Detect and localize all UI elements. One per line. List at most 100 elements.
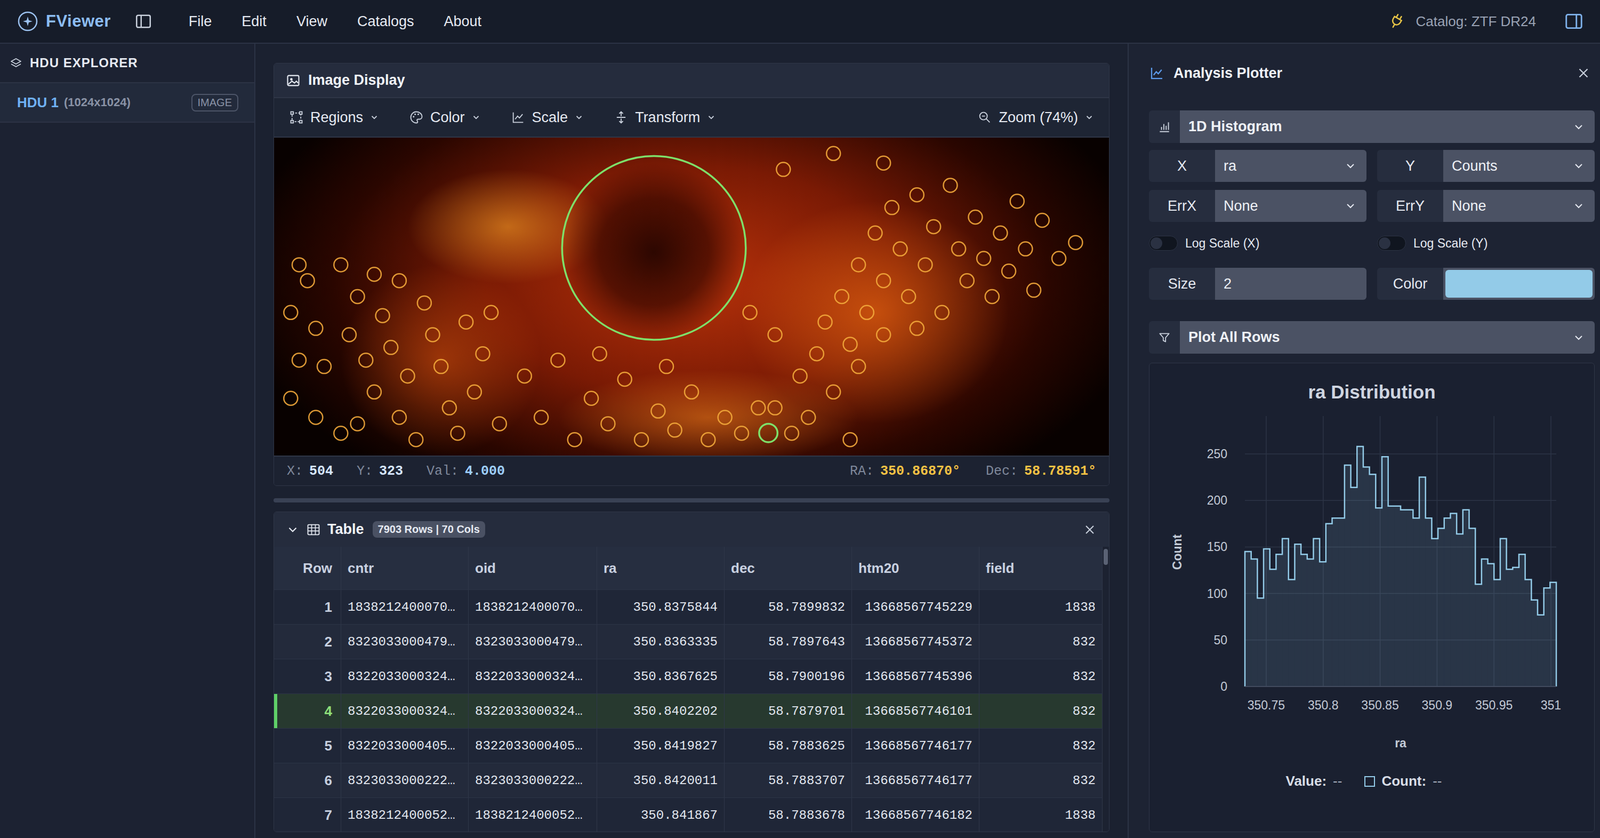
plot-type-value[interactable]: 1D Histogram xyxy=(1179,110,1595,143)
histogram-bin[interactable] xyxy=(1499,538,1507,687)
catalog-marker[interactable] xyxy=(308,409,323,424)
catalog-marker[interactable] xyxy=(893,242,908,256)
catalog-marker[interactable] xyxy=(1035,213,1050,228)
column-header[interactable]: oid xyxy=(468,546,598,590)
histogram-bin[interactable] xyxy=(1412,517,1420,687)
column-header[interactable]: ra xyxy=(597,546,725,590)
brand[interactable]: FViewer xyxy=(17,10,111,32)
transform-menu[interactable]: Transform xyxy=(613,109,717,126)
column-header[interactable]: htm20 xyxy=(851,546,980,590)
histogram-bin[interactable] xyxy=(1350,487,1357,687)
histogram-bin[interactable] xyxy=(1387,505,1395,687)
sidebar-toggle-icon[interactable] xyxy=(134,12,153,31)
catalog-marker[interactable] xyxy=(367,267,382,281)
axis-field[interactable]: ErrYNone xyxy=(1377,189,1595,222)
catalog-marker[interactable] xyxy=(943,178,958,192)
histogram-bin[interactable] xyxy=(1493,579,1501,687)
catalog-marker[interactable] xyxy=(1068,235,1083,250)
histogram-bin[interactable] xyxy=(1425,517,1432,687)
field-select[interactable]: None xyxy=(1215,189,1367,222)
catalog-marker[interactable] xyxy=(876,156,891,171)
catalog-marker[interactable] xyxy=(592,346,607,361)
catalog-marker[interactable] xyxy=(492,416,507,431)
color-picker[interactable] xyxy=(1443,267,1595,300)
menu-item[interactable]: Edit xyxy=(226,9,282,35)
histogram-bin[interactable] xyxy=(1356,446,1364,687)
histogram-bin[interactable] xyxy=(1518,553,1525,687)
histogram-bin[interactable] xyxy=(1394,505,1401,687)
catalog-marker[interactable] xyxy=(826,384,841,399)
regions-menu[interactable]: Regions xyxy=(288,109,380,126)
filter-value[interactable]: Plot All Rows xyxy=(1179,320,1595,354)
catalog-marker[interactable] xyxy=(876,327,891,342)
row-filter-select[interactable]: Plot All Rows xyxy=(1148,320,1595,354)
column-header[interactable]: dec xyxy=(724,546,852,590)
catalog-marker[interactable] xyxy=(350,289,365,304)
catalog-marker[interactable] xyxy=(650,404,665,418)
table-row[interactable]: 68323033000222…8323033000222…350.8420011… xyxy=(274,762,1103,798)
menu-item[interactable]: File xyxy=(173,9,228,35)
histogram-bin[interactable] xyxy=(1375,507,1382,687)
scale-menu[interactable]: Scale xyxy=(510,109,585,126)
catalog-marker[interactable] xyxy=(1001,263,1016,278)
catalog-marker[interactable] xyxy=(935,305,950,320)
histogram-bin[interactable] xyxy=(1549,582,1557,687)
catalog-marker[interactable] xyxy=(517,368,532,383)
histogram-bin[interactable] xyxy=(1288,579,1295,687)
catalog-marker[interactable] xyxy=(350,416,365,431)
catalog-marker[interactable] xyxy=(901,289,916,304)
histogram-bin[interactable] xyxy=(1344,464,1351,687)
catalog-marker[interactable] xyxy=(476,346,490,361)
scrollbar-thumb[interactable] xyxy=(1103,548,1108,565)
histogram-bin[interactable] xyxy=(1257,597,1264,687)
size-field[interactable]: Size2 xyxy=(1148,267,1367,300)
catalog-marker[interactable] xyxy=(425,327,440,342)
zoom-menu[interactable]: Zoom (74%) xyxy=(977,109,1095,126)
catalog-marker[interactable] xyxy=(859,305,874,320)
catalog-marker[interactable] xyxy=(834,289,849,304)
catalog-marker[interactable] xyxy=(885,200,899,215)
catalog-marker[interactable] xyxy=(367,384,382,399)
catalog-marker[interactable] xyxy=(734,425,749,440)
catalog-marker[interactable] xyxy=(851,359,866,374)
histogram-bin[interactable] xyxy=(1319,561,1326,687)
catalog-marker[interactable] xyxy=(784,425,799,440)
catalog-marker[interactable] xyxy=(868,226,883,240)
catalog-marker[interactable] xyxy=(668,422,682,437)
catalog-marker[interactable] xyxy=(484,305,498,320)
menu-item[interactable]: View xyxy=(281,9,343,35)
histogram-bin[interactable] xyxy=(1282,538,1289,687)
histogram-bin[interactable] xyxy=(1362,466,1370,687)
catalog-marker[interactable] xyxy=(358,352,373,367)
histogram-bin[interactable] xyxy=(1512,567,1519,687)
histogram-bin[interactable] xyxy=(1406,509,1413,687)
catalog-marker[interactable] xyxy=(809,346,824,361)
region-circle[interactable] xyxy=(561,156,746,341)
close-icon[interactable] xyxy=(1575,65,1592,82)
field-select[interactable]: Counts xyxy=(1443,149,1595,182)
catalog-marker[interactable] xyxy=(910,187,924,202)
catalog-marker[interactable] xyxy=(701,432,715,447)
histogram-bin[interactable] xyxy=(1537,614,1544,687)
catalog-marker[interactable] xyxy=(292,352,307,367)
catalog-marker[interactable] xyxy=(433,359,448,374)
field-select[interactable]: None xyxy=(1443,189,1595,222)
catalog-marker[interactable] xyxy=(851,257,866,272)
collapse-chevron-icon[interactable] xyxy=(285,522,300,537)
histogram-bin[interactable] xyxy=(1300,553,1308,687)
catalog-marker[interactable] xyxy=(843,432,858,447)
catalog-marker[interactable] xyxy=(584,391,599,406)
catalog-marker[interactable] xyxy=(375,308,390,323)
histogram-bin[interactable] xyxy=(1481,558,1488,687)
axis-field[interactable]: ErrXNone xyxy=(1148,189,1367,222)
histogram-bin[interactable] xyxy=(1475,583,1482,687)
catalog-marker[interactable] xyxy=(818,315,833,329)
table-row[interactable]: 38322033000324…8322033000324…350.8367625… xyxy=(274,658,1103,694)
catalog-marker[interactable] xyxy=(826,146,841,161)
axis-field[interactable]: YCounts xyxy=(1377,149,1595,182)
histogram-bin[interactable] xyxy=(1506,568,1513,687)
table-row[interactable]: 11838212400070…1838212400070…350.8375844… xyxy=(274,589,1103,625)
toggle-switch[interactable] xyxy=(1148,235,1178,251)
catalog-marker[interactable] xyxy=(292,257,307,272)
table-row[interactable]: 58322033000405…8322033000405…350.8419827… xyxy=(274,728,1103,763)
